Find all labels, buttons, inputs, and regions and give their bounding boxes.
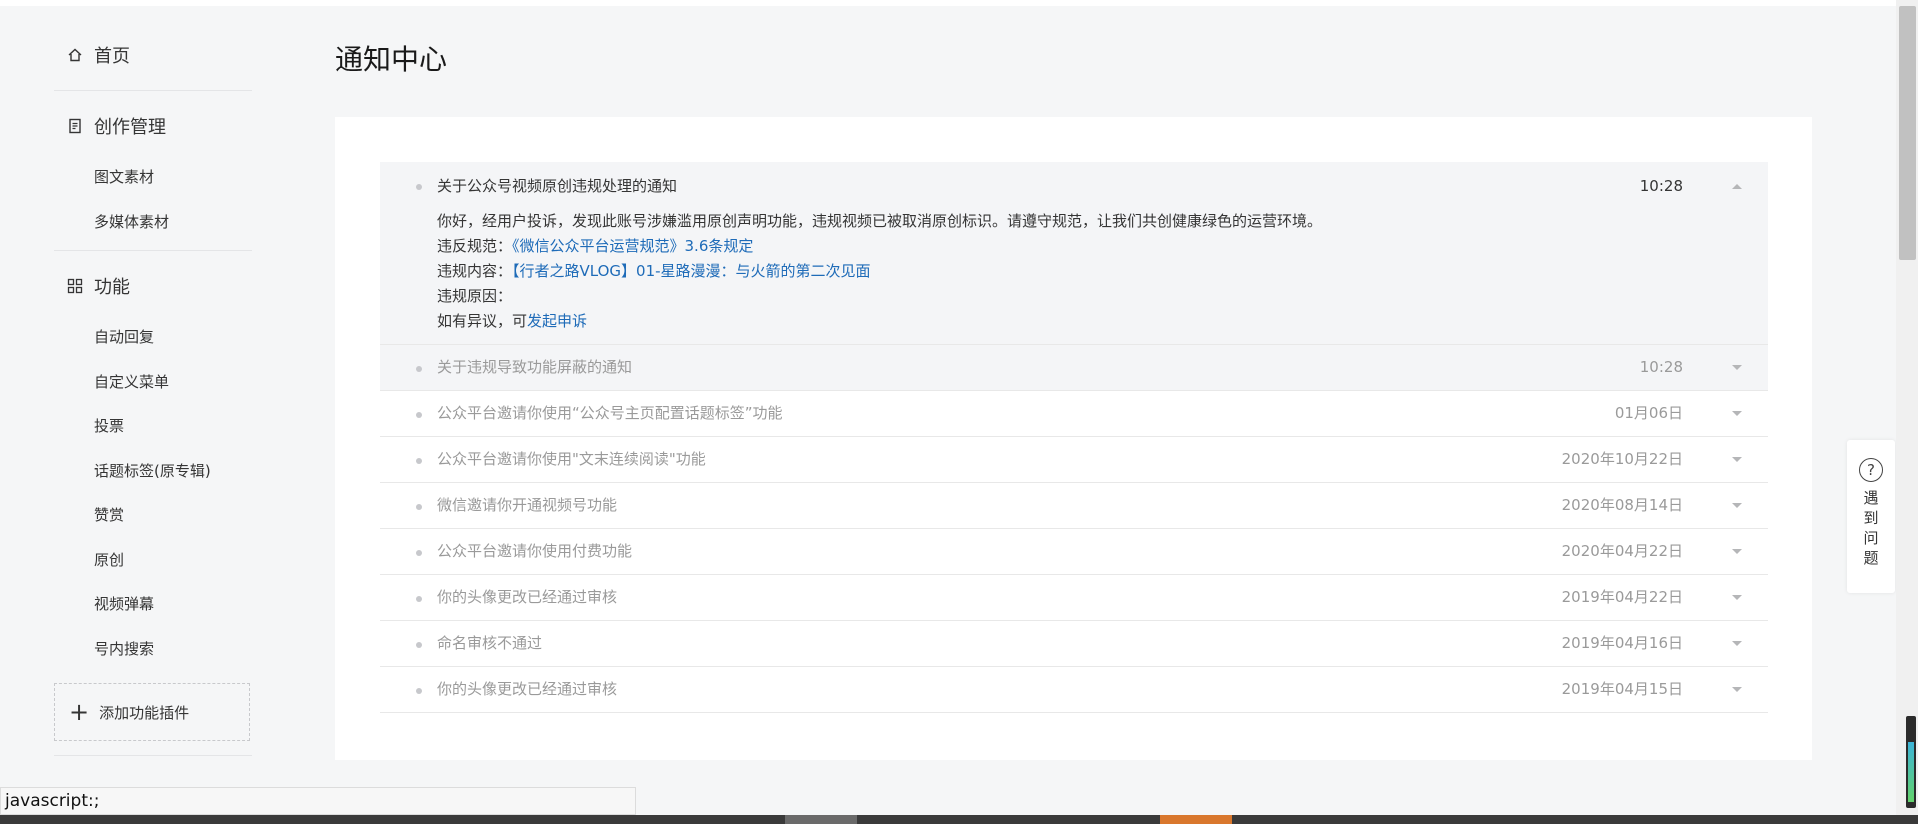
- bullet-dot: [416, 688, 422, 694]
- scrollbar-thumb[interactable]: [1899, 6, 1916, 260]
- bullet-dot: [416, 366, 422, 372]
- violation-content-line: 违规内容：【行者之路VLOG】01-星路漫漫：与火箭的第二次见面: [437, 259, 1322, 284]
- page-title: 通知中心: [335, 43, 448, 76]
- violation-content-link[interactable]: 【行者之路VLOG】01-星路漫漫：与火箭的第二次见面: [512, 262, 871, 280]
- sidebar-item-in-account-search[interactable]: 号内搜索: [54, 627, 254, 672]
- chevron-down-icon[interactable]: [1732, 687, 1742, 692]
- sidebar-item-original[interactable]: 原创: [54, 538, 254, 583]
- sidebar-group-features[interactable]: 功能: [54, 257, 254, 315]
- add-plugin-button[interactable]: + 添加功能插件: [54, 683, 250, 741]
- notification-date: 2019年04月15日: [1561, 680, 1683, 698]
- notification-title: 微信邀请你开通视频号功能: [437, 496, 618, 514]
- notification-date: 2019年04月22日: [1561, 588, 1683, 606]
- notification-title: 你的头像更改已经通过审核: [437, 588, 618, 606]
- notification-intro: 你好，经用户投诉，发现此账号涉嫌滥用原创声明功能，违规视频已被取消原创标识。请遵…: [437, 212, 1323, 230]
- bullet-dot: [416, 458, 422, 464]
- top-bar: [0, 0, 1918, 6]
- sidebar-divider: [54, 250, 252, 251]
- notification-row[interactable]: 你的头像更改已经通过审核 2019年04月22日: [380, 575, 1768, 621]
- notification-title: 关于违规导致功能屏蔽的通知: [437, 358, 633, 376]
- notification-row[interactable]: 微信邀请你开通视频号功能 2020年08月14日: [380, 483, 1768, 529]
- taskbar: [0, 815, 1918, 824]
- sidebar-item-topic-tags[interactable]: 话题标签(原专辑): [54, 449, 254, 494]
- sidebar-item-home-label: 首页: [94, 46, 130, 67]
- plus-icon: +: [69, 698, 90, 726]
- bullet-dot: [416, 642, 422, 648]
- violation-reason-line: 违规原因：: [437, 284, 1322, 309]
- chevron-down-icon[interactable]: [1732, 641, 1742, 646]
- appeal-prefix: 如有异议，可: [437, 312, 528, 330]
- appeal-link[interactable]: 发起申诉: [527, 312, 587, 330]
- sidebar-item-multimedia[interactable]: 多媒体素材: [54, 200, 254, 245]
- help-button[interactable]: ? 遇到问题: [1847, 440, 1895, 593]
- sidebar-item-custom-menu[interactable]: 自定义菜单: [54, 360, 254, 405]
- bullet-dot: [416, 504, 422, 510]
- audio-meter-icon: [1906, 716, 1916, 808]
- notification-title: 公众平台邀请你使用“公众号主页配置话题标签”功能: [437, 404, 783, 422]
- violation-content-label: 违规内容：: [437, 262, 513, 280]
- chevron-down-icon[interactable]: [1732, 549, 1742, 554]
- sidebar-item-auto-reply[interactable]: 自动回复: [54, 315, 254, 360]
- violation-rule-label: 违反规范：: [437, 237, 513, 255]
- notification-title: 你的头像更改已经通过审核: [437, 680, 618, 698]
- notification-date: 10:28: [1639, 177, 1683, 195]
- notification-title: 公众平台邀请你使用"文末连续阅读"功能: [437, 450, 706, 468]
- notification-date: 2019年04月16日: [1561, 634, 1683, 652]
- sidebar-item-home[interactable]: 首页: [54, 26, 254, 84]
- question-icon: ?: [1859, 458, 1883, 482]
- chevron-up-icon[interactable]: [1732, 184, 1742, 189]
- notification-date: 10:28: [1639, 358, 1683, 376]
- sidebar-divider: [54, 90, 252, 91]
- notification-card: 关于公众号视频原创违规处理的通知 10:28 你好，经用户投诉，发现此账号涉嫌滥…: [335, 117, 1812, 760]
- chevron-down-icon[interactable]: [1732, 411, 1742, 416]
- notification-title: 命名审核不通过: [437, 634, 543, 652]
- bullet-dot: [416, 184, 422, 190]
- notification-row[interactable]: 公众平台邀请你使用付费功能 2020年04月22日: [380, 529, 1768, 575]
- grid-icon: [66, 277, 84, 295]
- sidebar-item-appreciation[interactable]: 赞赏: [54, 493, 254, 538]
- violation-rule-line: 违反规范：《微信公众平台运营规范》3.6条规定: [437, 234, 1322, 259]
- taskbar-item[interactable]: [785, 815, 857, 824]
- notification-date: 2020年04月22日: [1561, 542, 1683, 560]
- sidebar: 首页 创作管理 图文素材 多媒体素材 功能 自动回复 自定义菜单 投票 话题标签…: [54, 26, 254, 756]
- sidebar-group-features-label: 功能: [94, 277, 130, 298]
- notification-list: 关于公众号视频原创违规处理的通知 10:28 你好，经用户投诉，发现此账号涉嫌滥…: [380, 162, 1768, 713]
- sidebar-group-creation-label: 创作管理: [94, 117, 166, 138]
- violation-reason-label: 违规原因：: [437, 287, 513, 305]
- notification-row[interactable]: 命名审核不通过 2019年04月16日: [380, 621, 1768, 667]
- notification-row[interactable]: 公众平台邀请你使用"文末连续阅读"功能 2020年10月22日: [380, 437, 1768, 483]
- notification-title: 公众平台邀请你使用付费功能: [437, 542, 633, 560]
- notification-date: 01月06日: [1614, 404, 1683, 422]
- bullet-dot: [416, 412, 422, 418]
- notification-date: 2020年08月14日: [1561, 496, 1683, 514]
- bullet-dot: [416, 550, 422, 556]
- notification-row[interactable]: 关于违规导致功能屏蔽的通知 10:28: [380, 345, 1768, 391]
- sidebar-group-creation[interactable]: 创作管理: [54, 97, 254, 155]
- notification-title: 关于公众号视频原创违规处理的通知: [437, 177, 678, 195]
- notification-row[interactable]: 你的头像更改已经通过审核 2019年04月15日: [380, 667, 1768, 713]
- bullet-dot: [416, 596, 422, 602]
- help-label: 遇到问题: [1863, 489, 1879, 567]
- browser-status-bar: javascript:;: [0, 787, 636, 815]
- appeal-line: 如有异议，可发起申诉: [437, 309, 1322, 334]
- sidebar-item-vote[interactable]: 投票: [54, 404, 254, 449]
- chevron-down-icon[interactable]: [1732, 503, 1742, 508]
- notification-date: 2020年10月22日: [1561, 450, 1683, 468]
- chevron-down-icon[interactable]: [1732, 457, 1742, 462]
- violation-rule-link[interactable]: 《微信公众平台运营规范》3.6条规定: [512, 237, 753, 255]
- notification-row[interactable]: 公众平台邀请你使用“公众号主页配置话题标签”功能 01月06日: [380, 391, 1768, 437]
- notification-expanded[interactable]: 关于公众号视频原创违规处理的通知 10:28 你好，经用户投诉，发现此账号涉嫌滥…: [380, 162, 1768, 345]
- sidebar-item-image-text[interactable]: 图文素材: [54, 155, 254, 200]
- taskbar-item[interactable]: [1160, 815, 1232, 824]
- chevron-down-icon[interactable]: [1732, 595, 1742, 600]
- sidebar-item-video-danmaku[interactable]: 视频弹幕: [54, 582, 254, 627]
- document-icon: [66, 117, 84, 135]
- home-icon: [66, 46, 84, 64]
- notification-body: 你好，经用户投诉，发现此账号涉嫌滥用原创声明功能，违规视频已被取消原创标识。请遵…: [437, 209, 1322, 334]
- sidebar-divider: [54, 755, 252, 756]
- add-plugin-label: 添加功能插件: [99, 703, 190, 722]
- chevron-down-icon[interactable]: [1732, 365, 1742, 370]
